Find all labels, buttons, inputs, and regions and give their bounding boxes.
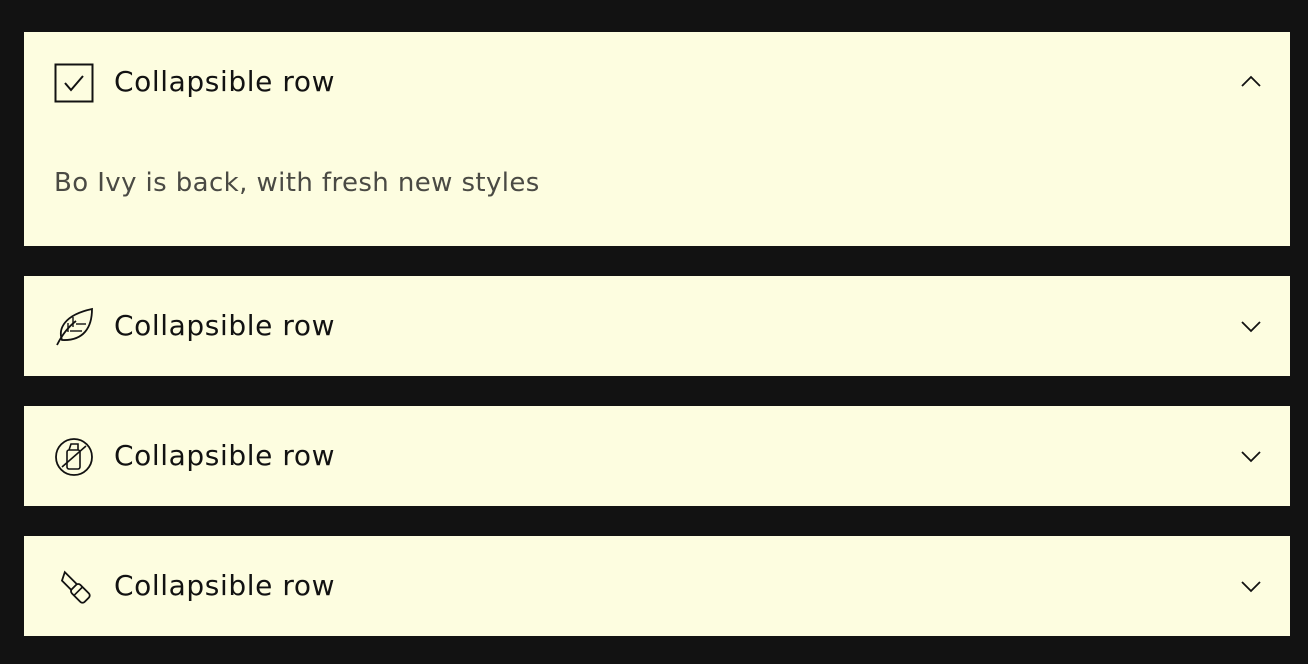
chevron-down-icon [1240,577,1262,595]
collapsible-row-1-content: Bo Ivy is back, with fresh new styles [54,168,540,198]
collapsible-row-2-title: Collapsible row [114,309,336,342]
collapsible-row-1-title: Collapsible row [114,65,336,98]
collapsible-row-4: Collapsible row [24,536,1290,636]
collapsible-row-2: Collapsible row [24,276,1290,376]
bottle-icon [54,437,94,477]
collapsible-content-section: Collapsible row Bo Ivy is back, with fre… [0,0,1308,664]
leaf-icon [54,307,94,347]
chevron-up-icon [1240,73,1262,91]
collapsible-row-4-header[interactable]: Collapsible row [24,536,1290,636]
check-box-icon [54,63,94,103]
collapsible-row-3-header[interactable]: Collapsible row [24,406,1290,506]
collapsible-row-3: Collapsible row [24,406,1290,506]
collapsible-row-1: Collapsible row Bo Ivy is back, with fre… [24,32,1290,246]
collapsible-row-3-title: Collapsible row [114,439,336,472]
chevron-down-icon [1240,447,1262,465]
collapsible-row-2-header[interactable]: Collapsible row [24,276,1290,376]
lipstick-icon [54,567,94,607]
chevron-down-icon [1240,317,1262,335]
collapsible-row-4-title: Collapsible row [114,569,336,602]
collapsible-row-1-header[interactable]: Collapsible row [24,32,1290,132]
